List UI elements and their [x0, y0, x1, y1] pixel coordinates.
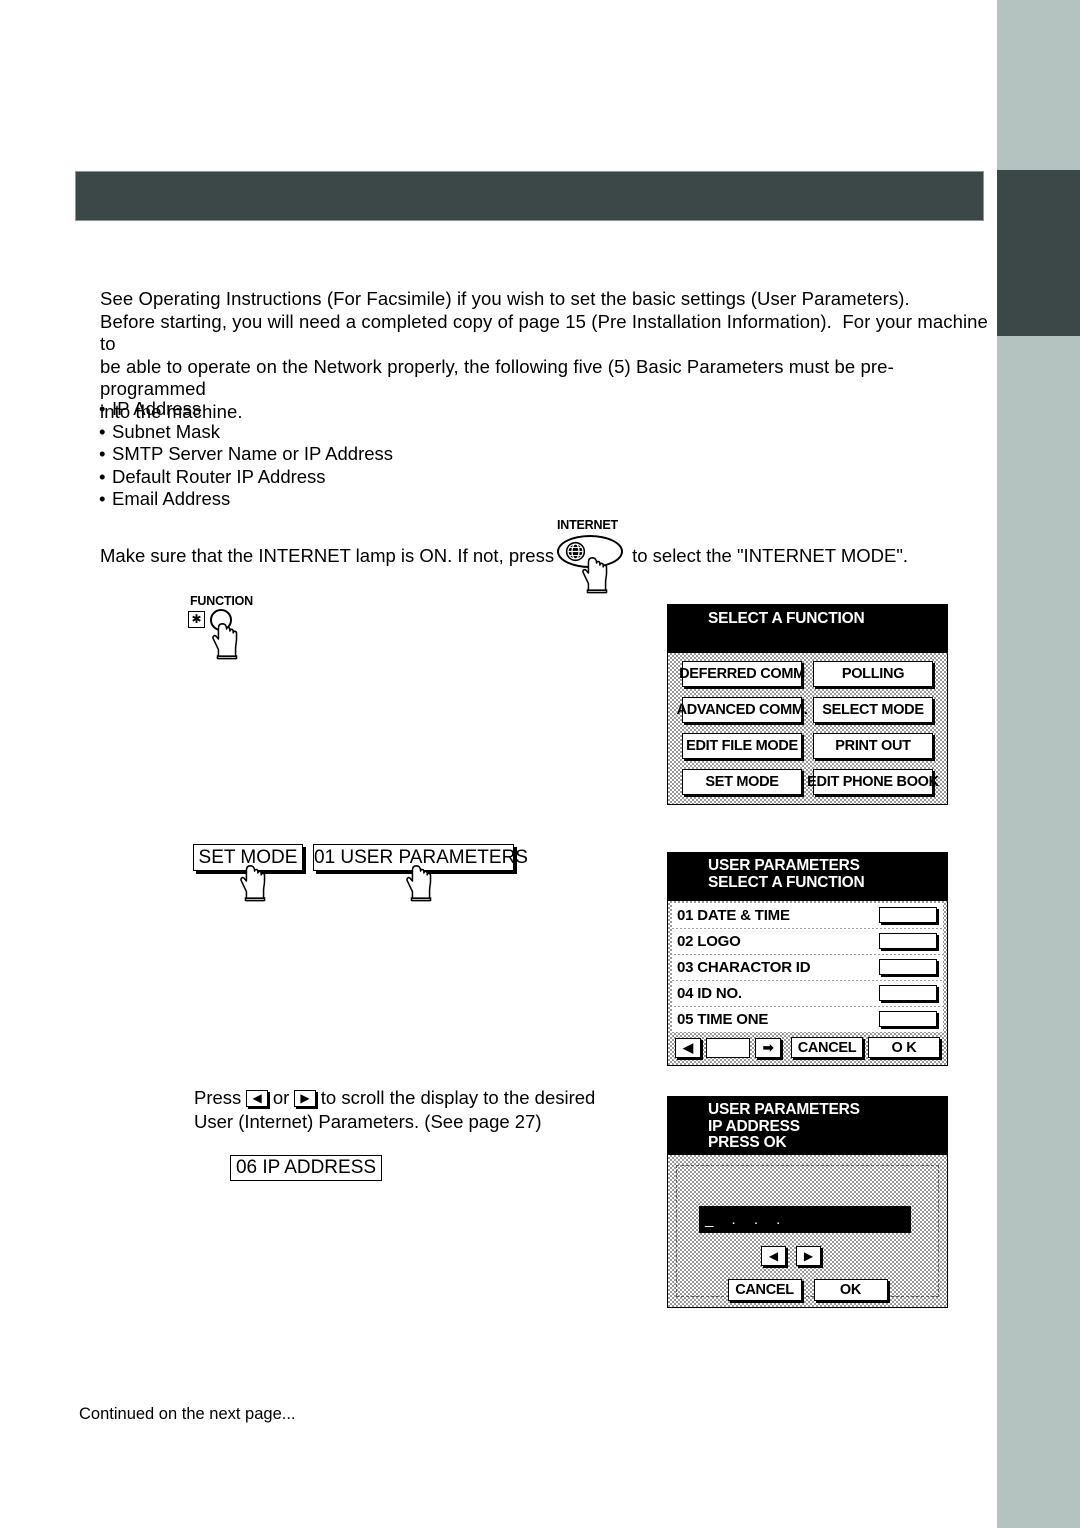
- list-item: • IP Address: [99, 398, 202, 419]
- function-key-label: FUNCTION: [190, 594, 253, 608]
- bullet-dot-icon: •: [99, 420, 106, 442]
- ip-cancel-button[interactable]: CANCEL: [727, 1279, 802, 1301]
- lcd-params-body: 01 DATE & TIME 02 LOGO 03 CHARACTOR ID 0…: [668, 901, 947, 1065]
- lcd-ip-footer: CANCEL OK: [668, 1279, 947, 1301]
- prev-page-button[interactable]: ◀: [675, 1037, 701, 1058]
- ip-address-button[interactable]: 06 IP ADDRESS: [230, 1155, 382, 1181]
- lcd-ip-title-line2: IP ADDRESS: [708, 1117, 800, 1135]
- function-button-grid: DEFERRED COMM POLLING ADVANCED COMM. SEL…: [675, 661, 940, 795]
- lcd-ip-title-line1: USER PARAMETERS: [708, 1101, 860, 1118]
- param-label: 04 ID NO.: [677, 984, 742, 1002]
- next-page-button[interactable]: ➡: [755, 1037, 781, 1058]
- list-item: • Email Address: [99, 488, 231, 509]
- left-arrow-key-icon[interactable]: ◀: [246, 1090, 268, 1107]
- lcd-button-select-mode[interactable]: SELECT MODE: [813, 697, 933, 723]
- ok-button[interactable]: O K: [868, 1037, 940, 1058]
- internet-key-label: INTERNET: [557, 518, 618, 532]
- ip-ok-button[interactable]: OK: [813, 1279, 888, 1301]
- lcd-button-advanced-comm[interactable]: ADVANCED COMM.: [677, 697, 808, 723]
- lcd-ip-body: _ . . . ◀ ▶ CANCEL OK: [668, 1155, 947, 1307]
- pointing-hand-icon: [582, 557, 608, 594]
- lcd-button-deferred-comm[interactable]: DEFERRED COMM: [679, 661, 805, 687]
- page-side-tab: [997, 170, 1080, 336]
- lcd-button-polling[interactable]: POLLING: [813, 661, 933, 687]
- ip-right-arrow-button[interactable]: ▶: [796, 1246, 821, 1266]
- param-value-box[interactable]: [879, 1011, 937, 1027]
- lcd-button-edit-phone-book[interactable]: EDIT PHONE BOOK: [807, 769, 939, 795]
- param-row-time-zone[interactable]: 05 TIME ONE: [672, 1007, 943, 1032]
- scroll-instruction-line2: User (Internet) Parameters. (See page 27…: [194, 1111, 542, 1132]
- internet-key-illustration[interactable]: INTERNET: [556, 518, 642, 596]
- lcd-params-footer: ◀ ➡ CANCEL O K: [672, 1034, 943, 1062]
- page-indicator-box: [706, 1037, 750, 1058]
- bullet-dot-icon: •: [99, 465, 106, 487]
- section-header-band: [75, 171, 984, 221]
- scroll-instruction-after: to scroll the display to the desired: [320, 1087, 596, 1108]
- ip-address-input[interactable]: _ . . .: [699, 1206, 911, 1233]
- internet-instruction-after: to select the "INTERNET MODE".: [632, 545, 909, 566]
- param-row-id-no[interactable]: 04 ID NO.: [672, 981, 943, 1006]
- lcd-function-body: DEFERRED COMM POLLING ADVANCED COMM. SEL…: [668, 653, 947, 804]
- lcd-params-title-line1: USER PARAMETERS: [708, 857, 860, 874]
- param-value-box[interactable]: [879, 985, 937, 1001]
- scroll-instruction-middle: or: [272, 1087, 290, 1108]
- list-item: • Subnet Mask: [99, 420, 220, 442]
- param-row-logo[interactable]: 02 LOGO: [672, 929, 943, 954]
- pointing-hand-icon: [406, 865, 432, 902]
- lcd-select-a-function-panel: SELECT A FUNCTION DEFERRED COMM POLLING …: [667, 604, 948, 805]
- param-value-box[interactable]: [879, 907, 937, 923]
- bullet-dot-icon: •: [99, 398, 106, 419]
- list-item: • Default Router IP Address: [99, 465, 326, 487]
- basic-parameters-list: • IP Address • Subnet Mask • SMTP Server Na…: [99, 398, 599, 511]
- continued-note: Continued on the next page...: [79, 1405, 296, 1423]
- param-label: 03 CHARACTOR ID: [677, 958, 811, 976]
- param-value-box[interactable]: [879, 933, 937, 949]
- manual-page: See Operating Instructions (For Facsimil…: [0, 0, 1080, 1528]
- bullet-dot-icon: •: [99, 488, 106, 509]
- lcd-params-title-line2: SELECT A FUNCTION: [708, 873, 865, 891]
- asterisk-icon: ✱: [188, 611, 205, 628]
- lcd-ip-address-panel: USER PARAMETERS IP ADDRESS PRESS OK _ . …: [667, 1096, 948, 1308]
- internet-mode-instruction: Make sure that the INTERNET lamp is ON. …: [100, 545, 908, 567]
- pointing-hand-icon: [212, 623, 238, 660]
- pointing-hand-icon: [240, 865, 266, 902]
- param-label: 01 DATE & TIME: [677, 906, 790, 924]
- internet-instruction-before: Make sure that the INTERNET lamp is ON. …: [100, 545, 555, 566]
- ip-arrow-keys: ◀ ▶: [761, 1246, 821, 1266]
- param-row-charactor-id[interactable]: 03 CHARACTOR ID: [672, 955, 943, 980]
- right-arrow-key-icon[interactable]: ▶: [294, 1090, 316, 1107]
- cancel-button[interactable]: CANCEL: [791, 1037, 863, 1058]
- list-item: • SMTP Server Name or IP Address: [99, 443, 394, 464]
- param-value-box[interactable]: [879, 959, 937, 975]
- lcd-button-set-mode[interactable]: SET MODE: [682, 769, 802, 795]
- lcd-ip-title: USER PARAMETERS IP ADDRESS PRESS OK: [668, 1097, 947, 1155]
- scroll-instruction-before: Press: [194, 1087, 242, 1108]
- bullet-dot-icon: •: [99, 443, 106, 464]
- scroll-instruction: Press ◀ or ▶ to scroll the display to th…: [194, 1086, 614, 1134]
- param-label: 02 LOGO: [677, 932, 741, 950]
- lcd-button-edit-file-mode[interactable]: EDIT FILE MODE: [682, 733, 802, 759]
- lcd-function-title: SELECT A FUNCTION: [668, 605, 947, 653]
- lcd-user-parameters-panel: USER PARAMETERS SELECT A FUNCTION 01 DAT…: [667, 852, 948, 1066]
- lcd-ip-title-line3: PRESS OK: [708, 1134, 787, 1151]
- param-row-date-time[interactable]: 01 DATE & TIME: [672, 903, 943, 928]
- function-key-illustration[interactable]: FUNCTION ✱: [188, 594, 298, 660]
- ip-entry-area: _ . . . ◀ ▶: [676, 1165, 939, 1297]
- param-label: 05 TIME ONE: [677, 1010, 769, 1028]
- lcd-params-title: USER PARAMETERS SELECT A FUNCTION: [668, 853, 947, 901]
- lcd-button-print-out[interactable]: PRINT OUT: [813, 733, 933, 759]
- ip-left-arrow-button[interactable]: ◀: [761, 1246, 786, 1266]
